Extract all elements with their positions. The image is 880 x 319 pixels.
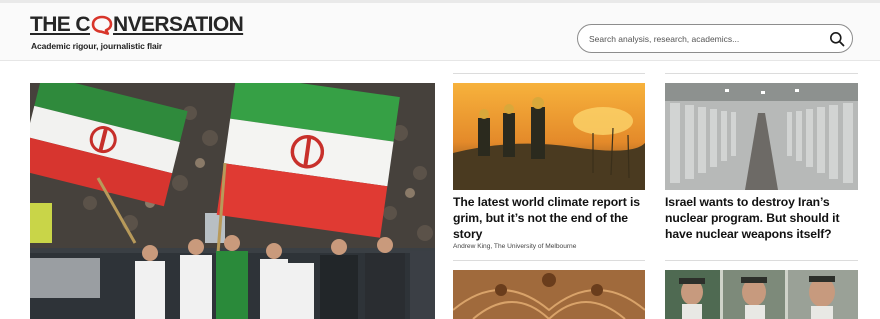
- firefighters-bushfire-photo: [453, 83, 645, 190]
- article-image-leaders[interactable]: [665, 270, 858, 319]
- search-box[interactable]: [577, 24, 853, 53]
- article-image-nuclear[interactable]: [665, 83, 858, 190]
- leaders-billboard-photo: [665, 270, 858, 319]
- article-image-climate[interactable]: [453, 83, 645, 190]
- hero-image[interactable]: [30, 83, 435, 319]
- search-input[interactable]: [589, 31, 809, 47]
- logo-text-right: NVERSATION: [113, 13, 244, 36]
- ornate-ceiling-photo: [453, 270, 645, 319]
- article-byline[interactable]: Andrew King, The University of Melbourne: [453, 243, 576, 250]
- article-headline[interactable]: The latest world climate report is grim,…: [453, 194, 645, 242]
- search-icon[interactable]: [829, 31, 845, 47]
- divider: [665, 73, 858, 74]
- logo-text-left: THE C: [30, 13, 91, 36]
- divider: [453, 260, 645, 261]
- iran-football-fans-flags-photo: [30, 83, 435, 319]
- article-headline[interactable]: Israel wants to destroy Iran’s nuclear p…: [665, 194, 858, 242]
- article-image-ceiling[interactable]: [453, 270, 645, 319]
- site-header: THE C NVERSATION Academic rigour, journa…: [0, 3, 880, 61]
- speech-bubble-logo-icon: [91, 15, 113, 35]
- site-logo[interactable]: THE C NVERSATION: [30, 13, 244, 36]
- divider: [665, 260, 858, 261]
- centrifuge-hall-photo: [665, 83, 858, 190]
- site-tagline: Academic rigour, journalistic flair: [31, 41, 163, 51]
- divider: [453, 73, 645, 74]
